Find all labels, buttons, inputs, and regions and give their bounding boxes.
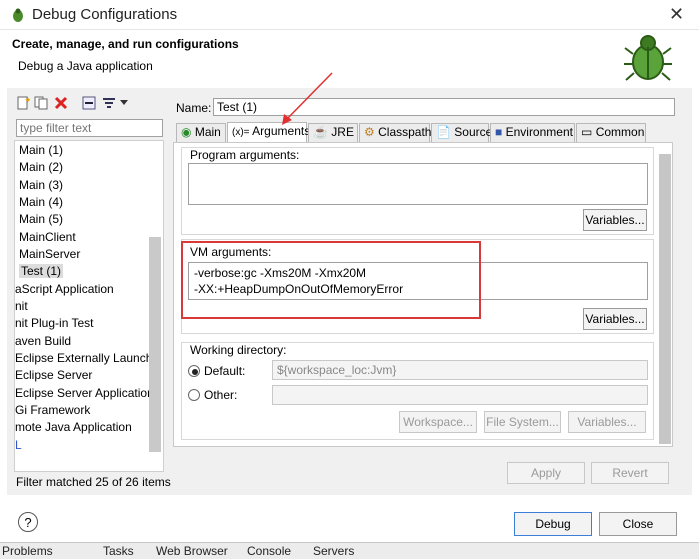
svg-text:✦: ✦ — [24, 96, 30, 105]
program-args-textarea[interactable] — [188, 163, 648, 205]
debug-button[interactable]: Debug — [514, 512, 592, 536]
tab-classpath[interactable]: ⚙ Classpath — [359, 123, 431, 143]
background-taskbar: Problems Tasks Web Browser Console Serve… — [0, 542, 699, 559]
list-item[interactable]: Main (4) — [19, 195, 63, 209]
header-subheading: Debug a Java application — [18, 59, 153, 73]
close-icon[interactable]: ✕ — [669, 4, 684, 25]
common-tab-icon: ▭ — [581, 125, 593, 139]
arguments-tab-icon: (x)= — [232, 127, 250, 138]
taskbar-item[interactable]: Problems — [2, 544, 53, 558]
taskbar-item[interactable]: Console — [247, 544, 291, 558]
debug-app-icon — [13, 8, 23, 22]
file-system-button[interactable]: File System... — [484, 411, 561, 433]
tab-source[interactable]: 📄 Source — [431, 123, 492, 143]
dialog-header: Create, manage, and run configurations D… — [0, 30, 699, 85]
config-tree[interactable]: Main (1) Main (2) Main (3) Main (4) Main… — [14, 140, 164, 472]
tree-scrollbar[interactable] — [149, 237, 161, 452]
list-item[interactable]: Main (2) — [19, 160, 63, 174]
delete-icon[interactable] — [54, 96, 68, 110]
header-heading: Create, manage, and run configurations — [12, 37, 239, 51]
highlight-box — [181, 241, 481, 319]
list-item-selected[interactable]: Test (1) — [19, 264, 64, 278]
list-item[interactable]: aven Build — [15, 334, 71, 348]
filter-status: Filter matched 25 of 26 items — [16, 475, 171, 489]
default-label: Default: — [204, 364, 246, 378]
list-item[interactable]: aScript Application — [15, 282, 114, 296]
filter-icon[interactable] — [102, 96, 116, 110]
panel-scrollbar[interactable] — [659, 154, 671, 444]
tab-common[interactable]: ▭ Common — [576, 123, 646, 143]
list-item[interactable]: Gi Framework — [15, 403, 90, 417]
name-label: Name: — [176, 101, 212, 115]
list-item[interactable]: Eclipse Server — [15, 368, 92, 382]
revert-button[interactable]: Revert — [591, 462, 669, 484]
default-radio[interactable] — [188, 365, 200, 377]
left-toolbar: ✦ — [14, 95, 164, 113]
list-item[interactable]: nit — [15, 299, 28, 313]
other-radio[interactable] — [188, 389, 200, 401]
list-item[interactable]: MainClient — [19, 230, 76, 244]
list-item[interactable]: Main (5) — [19, 212, 63, 226]
taskbar-item[interactable]: Tasks — [103, 544, 134, 558]
workspace-button[interactable]: Workspace... — [399, 411, 477, 433]
program-args-label: Program arguments: — [190, 148, 300, 162]
close-button[interactable]: Close — [599, 512, 677, 536]
source-tab-icon: 📄 — [436, 125, 451, 139]
workdir-label: Working directory: — [190, 343, 287, 357]
collapse-all-icon[interactable] — [82, 96, 96, 110]
bug-icon — [624, 35, 672, 81]
chevron-down-icon[interactable] — [120, 99, 128, 107]
filter-input[interactable] — [16, 119, 163, 137]
list-item[interactable]: Eclipse Externally Launche — [15, 351, 159, 365]
tab-environment[interactable]: ■ Environment — [490, 123, 575, 143]
taskbar-item[interactable]: Servers — [313, 544, 354, 558]
list-item[interactable]: L — [15, 438, 22, 452]
workdir-variables-button[interactable]: Variables... — [568, 411, 646, 433]
tab-main[interactable]: ◉ Main — [176, 123, 226, 143]
list-item[interactable]: Main (3) — [19, 178, 63, 192]
vm-variables-button[interactable]: Variables... — [583, 308, 647, 330]
list-item[interactable]: nit Plug-in Test — [15, 316, 94, 330]
environment-tab-icon: ■ — [495, 125, 503, 139]
tab-bar: ◉ Main (x)= Arguments ☕ JRE ⚙ Classpath … — [174, 122, 674, 143]
duplicate-icon[interactable] — [34, 96, 48, 110]
apply-button[interactable]: Apply — [507, 462, 585, 484]
list-item[interactable]: Eclipse Server Application — [15, 386, 154, 400]
default-dir-field: ${workspace_loc:Jvm} — [272, 360, 648, 380]
main-tab-icon: ◉ — [181, 125, 192, 139]
other-dir-field[interactable] — [272, 385, 648, 405]
help-icon[interactable]: ? — [18, 512, 38, 532]
list-item[interactable]: Main (1) — [19, 143, 63, 157]
list-item[interactable]: MainServer — [19, 247, 80, 261]
program-variables-button[interactable]: Variables... — [583, 209, 647, 231]
annotation-arrow-icon — [282, 72, 333, 125]
new-config-icon[interactable]: ✦ — [16, 96, 30, 110]
window-title: Debug Configurations — [32, 6, 178, 23]
taskbar-item[interactable]: Web Browser — [156, 544, 228, 558]
title-bar: Debug Configurations ✕ — [0, 0, 699, 30]
list-item[interactable]: mote Java Application — [15, 420, 132, 434]
classpath-tab-icon: ⚙ — [364, 125, 375, 139]
other-label: Other: — [204, 388, 238, 402]
